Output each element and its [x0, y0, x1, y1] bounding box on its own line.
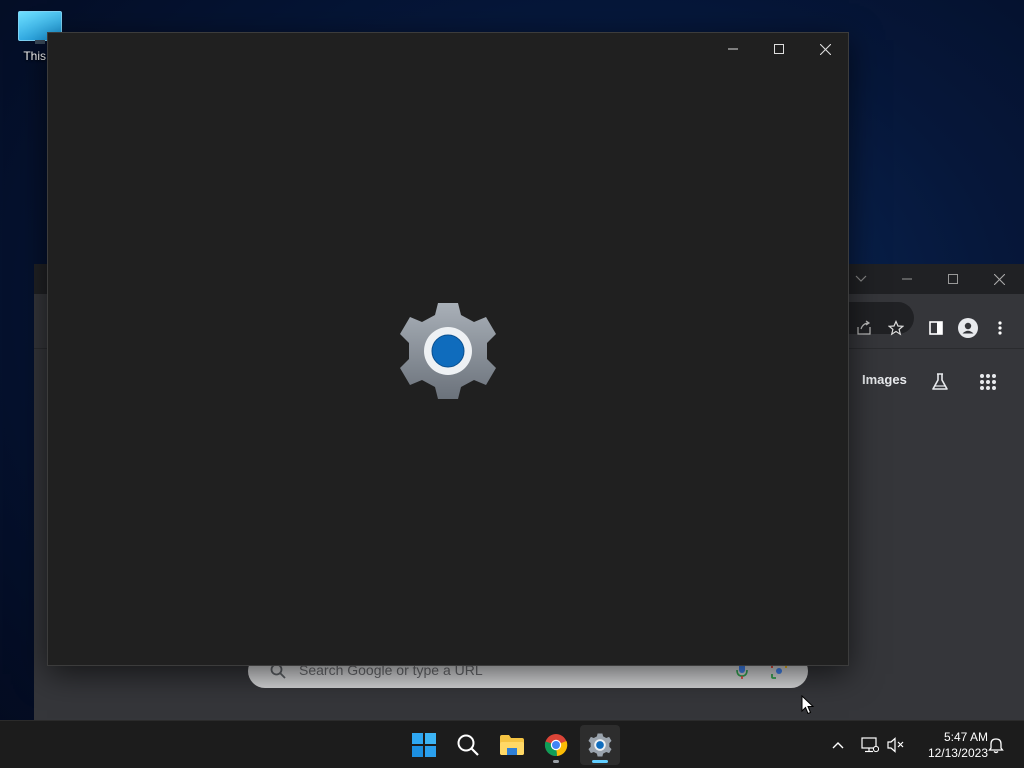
menu-dots-icon[interactable]: [986, 314, 1014, 342]
search-icon: [270, 663, 286, 684]
images-link[interactable]: Images: [862, 372, 907, 387]
close-button[interactable]: [802, 33, 848, 65]
maximize-button[interactable]: [930, 264, 976, 294]
network-icon[interactable]: [858, 733, 882, 757]
chrome-icon[interactable]: [536, 725, 576, 765]
clock[interactable]: 5:47 AM 12/13/2023: [912, 729, 988, 761]
star-icon[interactable]: [882, 314, 910, 342]
settings-gear-icon: [398, 301, 498, 401]
running-indicator: [553, 760, 559, 763]
settings-window: [47, 32, 849, 666]
active-indicator: [592, 760, 608, 763]
mouse-cursor-icon: [801, 694, 815, 720]
side-panel-icon[interactable]: [922, 314, 950, 342]
clock-time: 5:47 AM: [943, 730, 988, 744]
file-explorer-icon[interactable]: [492, 725, 532, 765]
start-icon[interactable]: [404, 725, 444, 765]
search-icon[interactable]: [448, 725, 488, 765]
settings-icon[interactable]: [580, 725, 620, 765]
chevron-up-icon[interactable]: [826, 733, 850, 757]
taskbar: 5:47 AM 12/13/2023: [0, 720, 1024, 768]
close-button[interactable]: [976, 264, 1022, 294]
share-icon[interactable]: [850, 314, 878, 342]
notification-bell-icon[interactable]: [984, 733, 1008, 757]
flask-icon[interactable]: [926, 368, 954, 396]
profile-icon[interactable]: [954, 314, 982, 342]
minimize-button[interactable]: [884, 264, 930, 294]
volume-muted-icon[interactable]: [884, 733, 908, 757]
minimize-button[interactable]: [710, 33, 756, 65]
maximize-button[interactable]: [756, 33, 802, 65]
clock-date: 12/13/2023: [927, 746, 988, 760]
apps-grid-icon[interactable]: [974, 368, 1002, 396]
